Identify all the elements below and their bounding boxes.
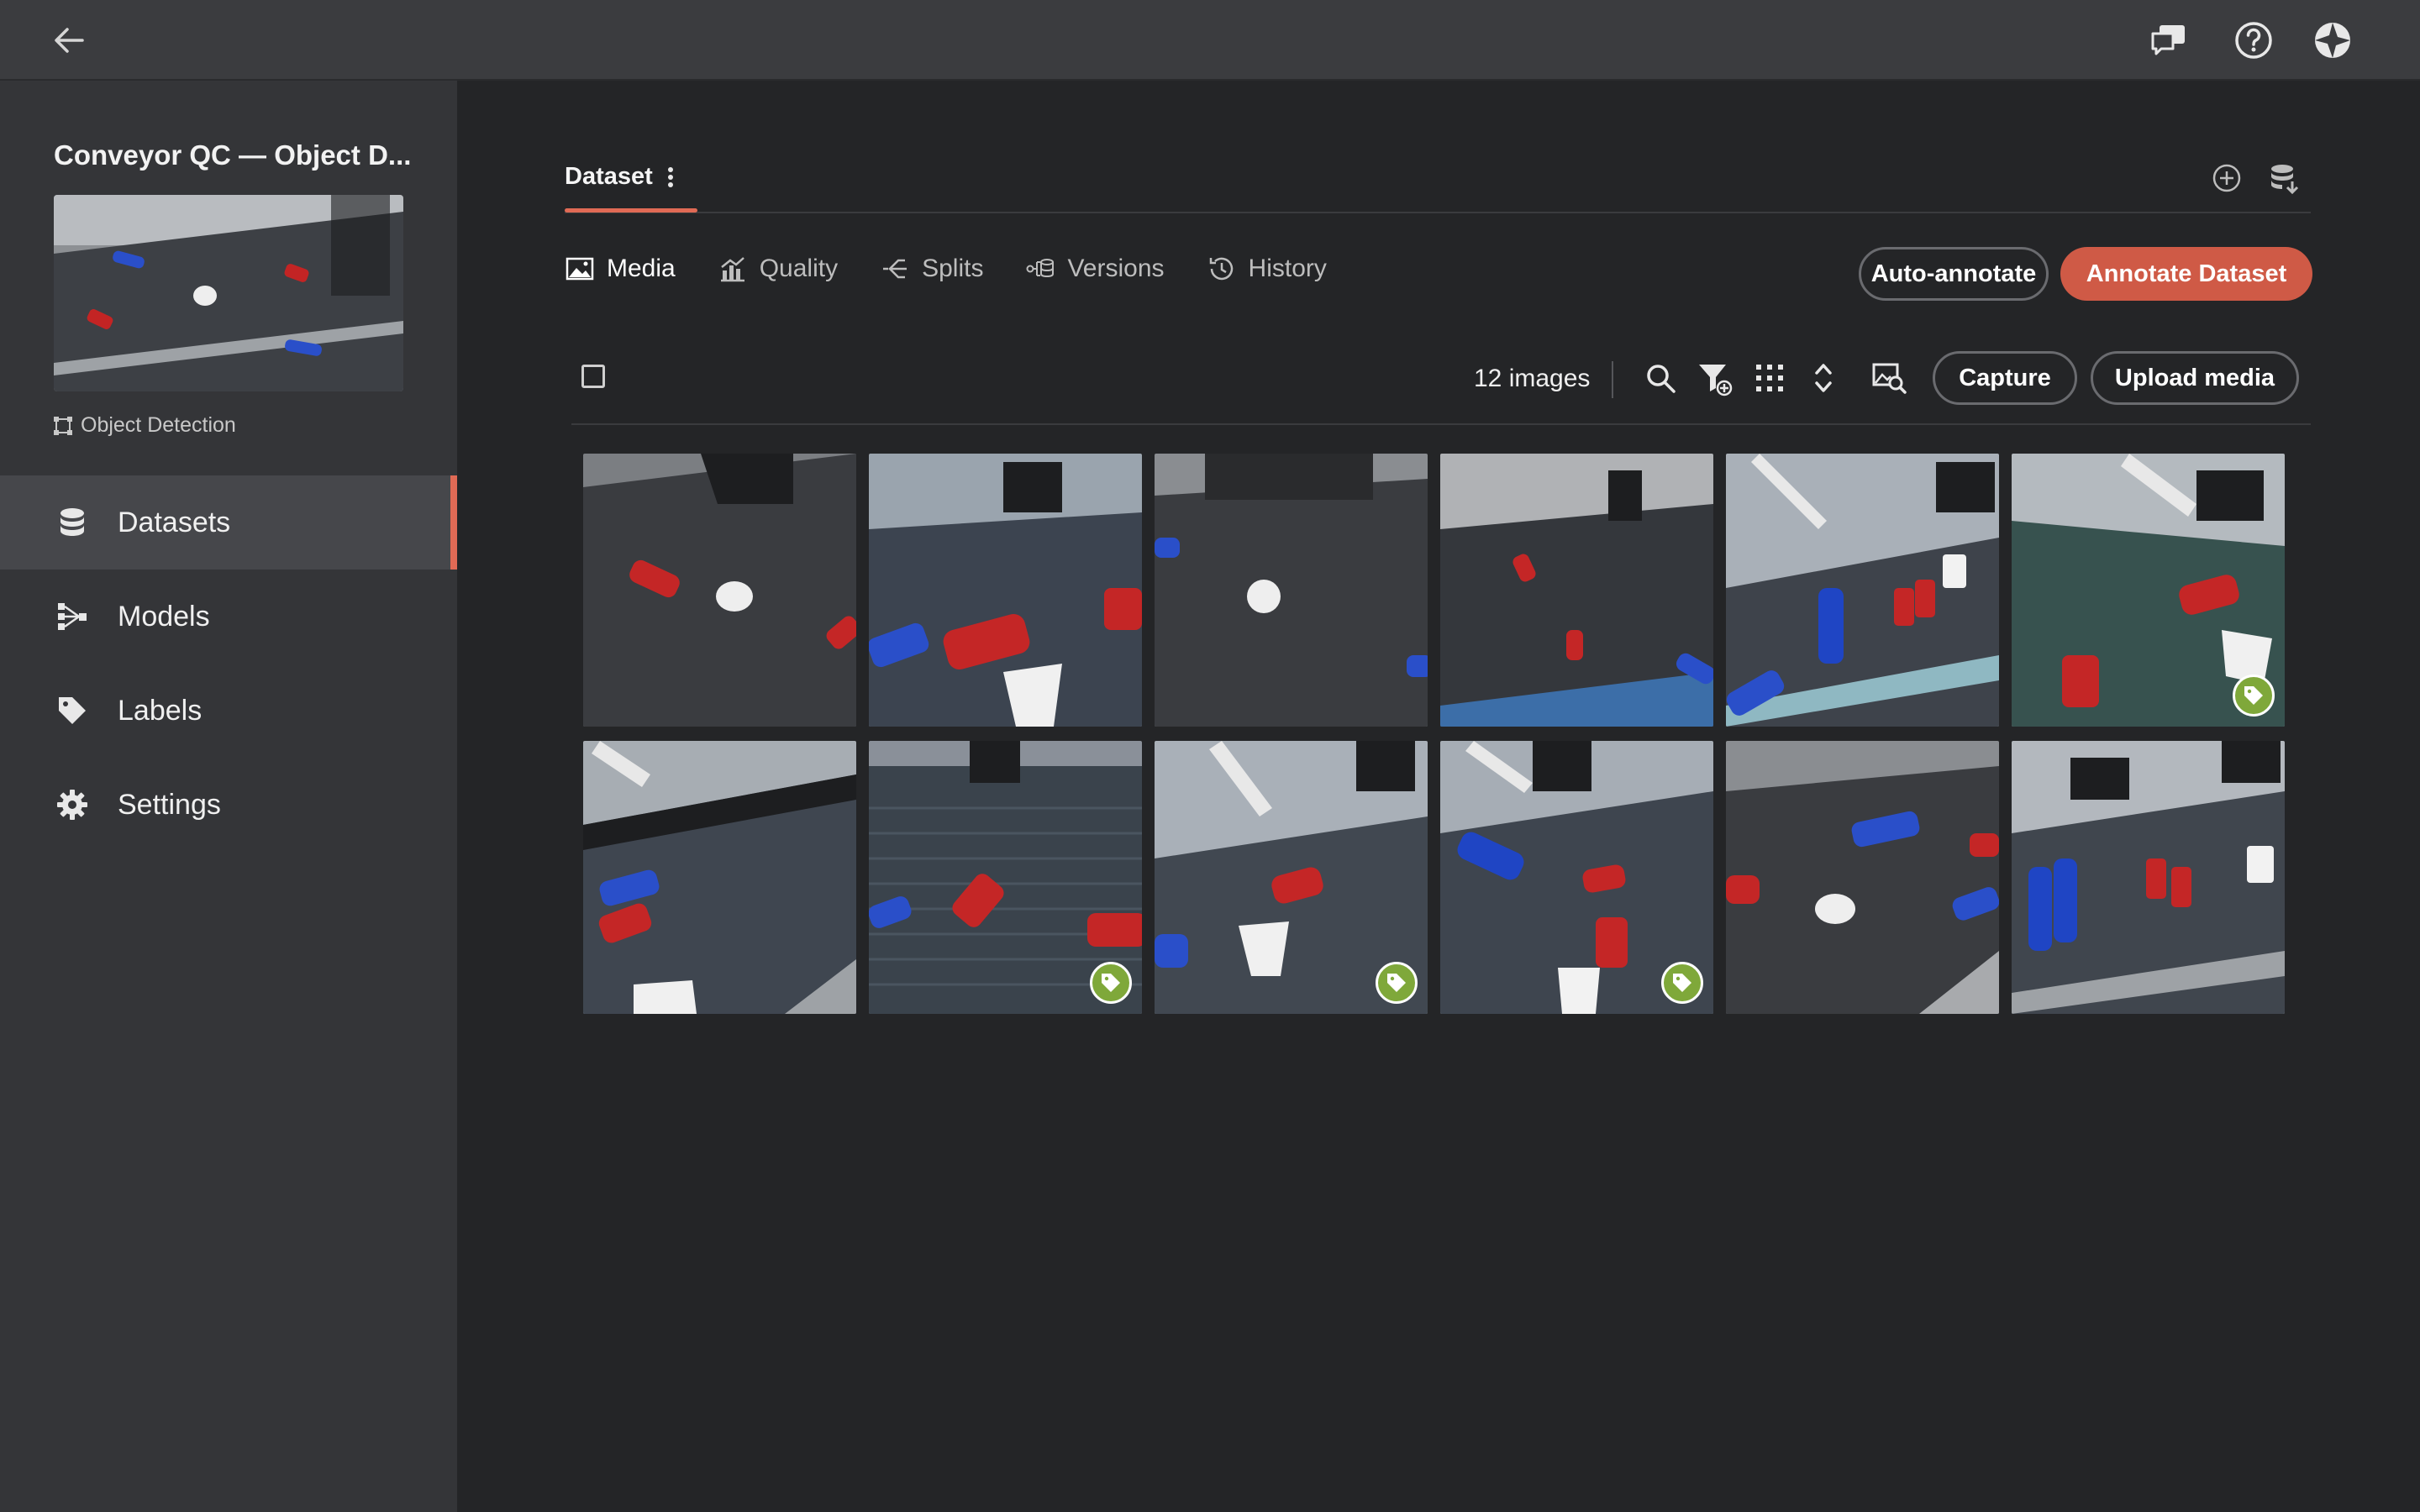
- media-thumbnail[interactable]: [2012, 741, 2285, 1014]
- grid-view-icon[interactable]: [1751, 360, 1788, 396]
- tab-quality-label: Quality: [759, 255, 839, 282]
- tab-history[interactable]: History: [1207, 254, 1327, 284]
- filter-add-icon[interactable]: [1696, 360, 1733, 396]
- tab-media-label: Media: [607, 255, 676, 282]
- help-icon[interactable]: [2232, 18, 2275, 62]
- sidebar-item-labels[interactable]: Labels: [0, 664, 457, 758]
- media-grid: [583, 454, 2285, 1014]
- tag-icon: [2244, 686, 2263, 705]
- bounding-box-icon: [54, 416, 72, 435]
- media-thumbnail[interactable]: [1155, 741, 1428, 1014]
- main-content: Dataset Media Quality Splits Versions Hi…: [457, 81, 2420, 1512]
- media-thumbnail[interactable]: [1440, 741, 1713, 1014]
- media-thumbnail[interactable]: [1440, 454, 1713, 727]
- annotate-dataset-button[interactable]: Annotate Dataset: [2060, 247, 2312, 301]
- tag-icon: [1387, 974, 1406, 992]
- sidebar-item-datasets[interactable]: Datasets: [0, 475, 457, 570]
- tab-media[interactable]: Media: [565, 254, 676, 284]
- media-image: [869, 454, 1142, 727]
- tab-splits-label: Splits: [922, 255, 984, 282]
- auto-annotate-button[interactable]: Auto-annotate: [1859, 247, 2049, 301]
- sort-icon[interactable]: [1805, 360, 1842, 396]
- media-thumbnail[interactable]: [1155, 454, 1428, 727]
- project-title: Conveyor QC — Object D...: [54, 139, 412, 171]
- sidebar-item-label: Labels: [118, 694, 203, 727]
- tab-versions-label: Versions: [1067, 255, 1165, 282]
- media-image: [2012, 741, 2285, 1014]
- sidebar-item-label: Settings: [118, 788, 221, 821]
- more-vertical-icon[interactable]: [666, 165, 675, 189]
- toolbar-divider: [1612, 361, 1613, 398]
- media-image: [583, 741, 856, 1014]
- history-icon: [1209, 257, 1233, 281]
- media-image: [1440, 454, 1713, 727]
- annotated-badge: [1661, 962, 1703, 1004]
- database-icon: [60, 508, 84, 536]
- annotated-badge: [1090, 962, 1132, 1004]
- dataset-export-icon[interactable]: [2265, 160, 2302, 197]
- media-thumbnail[interactable]: [2012, 454, 2285, 727]
- upload-media-button[interactable]: Upload media: [2091, 351, 2299, 405]
- split-icon: [883, 259, 908, 279]
- media-thumbnail[interactable]: [1726, 454, 1999, 727]
- tab-divider: [565, 212, 2311, 213]
- versions-icon: [1026, 259, 1055, 278]
- tab-versions[interactable]: Versions: [1025, 254, 1165, 284]
- top-bar: [0, 0, 2420, 81]
- model-icon: [58, 603, 87, 630]
- aperture-logo-icon[interactable]: [2311, 18, 2354, 62]
- annotated-badge: [1376, 962, 1418, 1004]
- gear-icon: [57, 790, 87, 820]
- chat-icon[interactable]: [2148, 18, 2191, 62]
- tab-history-label: History: [1248, 255, 1327, 282]
- sidebar-nav: Datasets Models Labels Settings: [0, 475, 457, 852]
- media-thumbnail[interactable]: [1726, 741, 1999, 1014]
- add-dataset-icon[interactable]: [2208, 160, 2245, 197]
- media-image: [583, 454, 856, 727]
- chart-icon: [720, 257, 744, 282]
- sidebar-item-models[interactable]: Models: [0, 570, 457, 664]
- tab-dataset-label: Dataset: [565, 163, 653, 190]
- annotated-badge: [2233, 675, 2275, 717]
- project-type: Object Detection: [54, 413, 236, 438]
- image-search-icon[interactable]: [1870, 360, 1907, 396]
- media-image: [1726, 454, 1999, 727]
- tab-active-indicator: [565, 208, 697, 213]
- project-type-label: Object Detection: [81, 413, 236, 437]
- tag-icon: [1673, 974, 1691, 992]
- image-count: 12 images: [1474, 365, 1591, 392]
- media-thumbnail[interactable]: [869, 741, 1142, 1014]
- dataset-subtabs: Media Quality Splits Versions History: [565, 254, 1327, 284]
- media-thumbnail[interactable]: [869, 454, 1142, 727]
- sidebar: Conveyor QC — Object D... Object Detecti…: [0, 81, 457, 1512]
- sidebar-item-label: Models: [118, 600, 210, 633]
- media-image: [1155, 454, 1428, 727]
- capture-button[interactable]: Capture: [1933, 351, 2077, 405]
- tab-dataset[interactable]: Dataset: [565, 163, 675, 191]
- tag-icon: [59, 697, 86, 724]
- select-all-checkbox[interactable]: [581, 365, 605, 388]
- toolbar-divider-line: [571, 423, 2311, 425]
- media-thumbnail[interactable]: [583, 741, 856, 1014]
- media-thumbnail[interactable]: [583, 454, 856, 727]
- sidebar-item-settings[interactable]: Settings: [0, 758, 457, 852]
- back-arrow-icon[interactable]: [49, 20, 89, 60]
- tab-quality[interactable]: Quality: [718, 254, 838, 284]
- search-icon[interactable]: [1642, 360, 1679, 396]
- media-image: [1726, 741, 1999, 1014]
- sidebar-item-label: Datasets: [118, 506, 231, 538]
- image-icon: [566, 257, 594, 281]
- tab-splits[interactable]: Splits: [880, 254, 983, 284]
- project-thumbnail[interactable]: [54, 195, 403, 391]
- tag-icon: [1102, 974, 1120, 992]
